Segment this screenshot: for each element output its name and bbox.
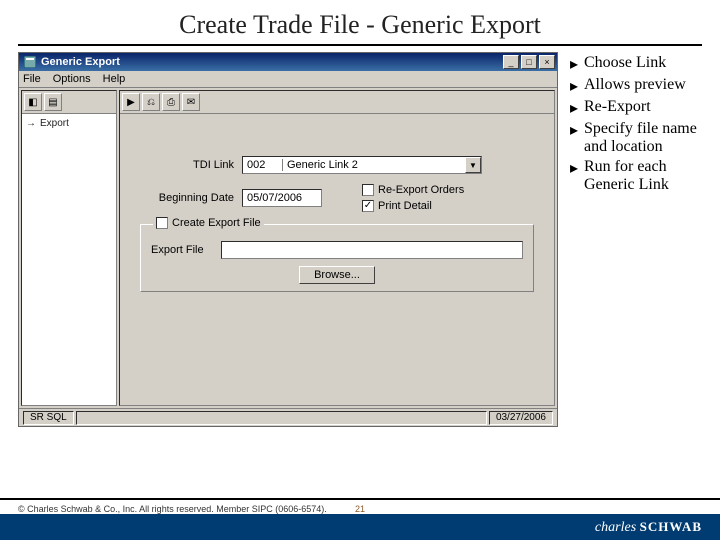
tdi-code: 002: [243, 159, 283, 171]
list-item: ▸Re-Export: [570, 98, 698, 118]
statusbar: SR SQL 03/27/2006: [19, 408, 557, 426]
list-item: ▸Choose Link: [570, 54, 698, 74]
checkbox-box-icon: ✓: [362, 200, 374, 212]
brand-a: charles: [595, 520, 636, 535]
minimize-button[interactable]: _: [503, 55, 519, 69]
list-item-label: Export: [40, 118, 69, 129]
bullet-text: Specify file name and location: [584, 120, 698, 156]
brand-bar: charles SCHWAB: [0, 514, 720, 540]
right-pane: ▶ ⎌ ⎙ ✉ TDI Link 002 Generic Link 2 ▼: [119, 90, 555, 406]
menubar: File Options Help: [19, 71, 557, 88]
menu-file[interactable]: File: [23, 73, 41, 85]
list-item: ▸Specify file name and location: [570, 120, 698, 156]
left-toolbar: ◧ ▤: [22, 91, 116, 114]
export-file-label: Export File: [151, 244, 221, 256]
tool-icon[interactable]: ▤: [44, 93, 62, 111]
create-export-checkbox[interactable]: Create Export File: [153, 217, 264, 229]
browse-button[interactable]: Browse...: [299, 266, 375, 284]
right-toolbar: ▶ ⎌ ⎙ ✉: [120, 91, 554, 114]
menu-options[interactable]: Options: [53, 73, 91, 85]
titlebar[interactable]: Generic Export _ □ ×: [19, 53, 557, 71]
arrow-icon: →: [26, 118, 36, 129]
tdi-link-label: TDI Link: [132, 159, 242, 171]
create-export-label: Create Export File: [172, 217, 261, 229]
toolbar-icon[interactable]: ✉: [182, 93, 200, 111]
brand-logo: charles SCHWAB: [595, 519, 702, 536]
bullet-text: Choose Link: [584, 54, 666, 74]
tool-icon[interactable]: ◧: [24, 93, 42, 111]
app-icon: [23, 55, 37, 69]
checkbox-box-icon: [362, 184, 374, 196]
bullet-icon: ▸: [570, 54, 584, 74]
left-pane: ◧ ▤ → Export: [21, 90, 117, 406]
left-list: → Export: [22, 114, 116, 405]
slide-title: Create Trade File - Generic Export: [0, 0, 720, 44]
status-left: SR SQL: [23, 411, 74, 425]
tdi-text: Generic Link 2: [283, 159, 465, 171]
tdi-link-select[interactable]: 002 Generic Link 2 ▼: [242, 156, 482, 174]
list-item: ▸Run for each Generic Link: [570, 158, 698, 194]
bullet-text: Allows preview: [584, 76, 686, 96]
list-item[interactable]: → Export: [26, 118, 112, 129]
title-rule: [18, 44, 702, 46]
beginning-date-input[interactable]: 05/07/2006: [242, 189, 322, 207]
bullet-icon: ▸: [570, 76, 584, 96]
export-file-group: Create Export File Export File Browse...: [140, 224, 534, 292]
bullet-icon: ▸: [570, 158, 584, 194]
status-spacer: [76, 411, 487, 425]
beginning-date-label: Beginning Date: [132, 192, 242, 204]
reexport-checkbox[interactable]: Re-Export Orders: [362, 184, 464, 196]
toolbar-icon[interactable]: ⎌: [142, 93, 160, 111]
menu-help[interactable]: Help: [103, 73, 126, 85]
print-detail-label: Print Detail: [378, 200, 432, 212]
bullet-text: Run for each Generic Link: [584, 158, 698, 194]
reexport-label: Re-Export Orders: [378, 184, 464, 196]
bullet-text: Re-Export: [584, 98, 651, 118]
export-file-input[interactable]: [221, 241, 523, 259]
checkbox-box-icon: [156, 217, 168, 229]
toolbar-icon[interactable]: ▶: [122, 93, 140, 111]
list-item: ▸Allows preview: [570, 76, 698, 96]
print-detail-checkbox[interactable]: ✓ Print Detail: [362, 200, 464, 212]
page-number: 21: [335, 504, 385, 514]
bullet-icon: ▸: [570, 98, 584, 118]
chevron-down-icon[interactable]: ▼: [465, 157, 481, 173]
slide-footer: © Charles Schwab & Co., Inc. All rights …: [0, 498, 720, 540]
bullet-icon: ▸: [570, 120, 584, 156]
app-window: Generic Export _ □ × File Options Help ◧…: [18, 52, 558, 427]
status-right: 03/27/2006: [489, 411, 553, 425]
toolbar-icon[interactable]: ⎙: [162, 93, 180, 111]
brand-b: SCHWAB: [640, 519, 702, 534]
window-title: Generic Export: [41, 56, 501, 68]
bullet-list: ▸Choose Link ▸Allows preview ▸Re-Export …: [558, 52, 702, 427]
close-button[interactable]: ×: [539, 55, 555, 69]
date-value: 05/07/2006: [247, 192, 302, 204]
copyright: © Charles Schwab & Co., Inc. All rights …: [18, 504, 335, 514]
maximize-button[interactable]: □: [521, 55, 537, 69]
